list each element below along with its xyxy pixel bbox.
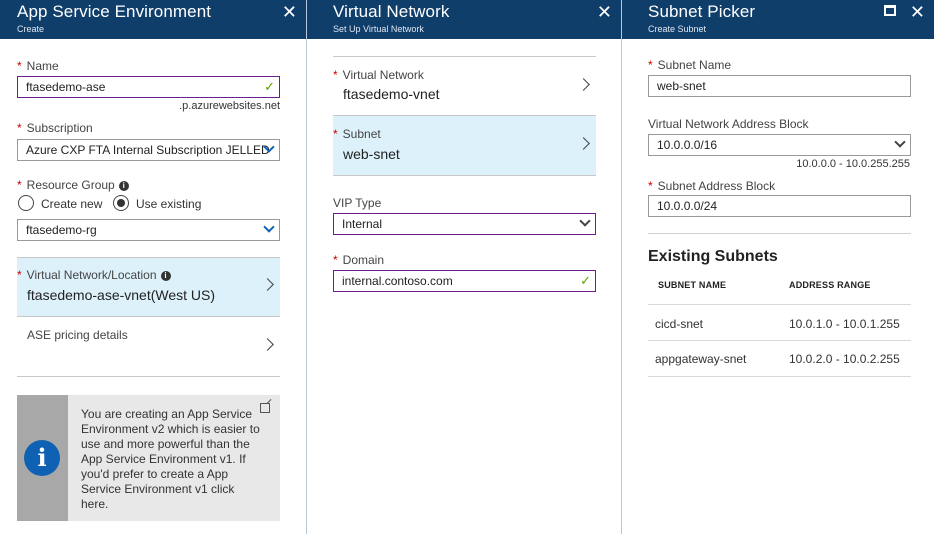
info-icon[interactable]: i [160,271,171,281]
table-cell-address-range[interactable]: 10.0.1.0 - 10.0.1.255 [789,317,900,331]
chevron-down-icon [263,221,275,233]
blade-subtitle: Create [17,24,45,34]
subscription-select[interactable]: Azure CXP FTA Internal Subscription JELL… [17,139,280,161]
column-header-address-range: ADDRESS RANGE [789,280,871,290]
name-input[interactable]: ftasedemo-ase ✓ [17,76,280,98]
blade-title: App Service Environment [17,2,212,21]
chevron-right-icon [261,338,274,351]
required-marker: * [17,178,22,192]
existing-subnets-title: Existing Subnets [648,248,778,265]
resource-group-select[interactable]: ftasedemo-rg [17,219,280,241]
check-icon: ✓ [580,273,591,288]
virtual-network-row[interactable]: * Virtual Network ftasedemo-vnet [333,56,596,116]
info-icon[interactable]: i [118,181,129,191]
required-marker: * [333,253,338,267]
external-link-icon[interactable] [260,403,270,413]
blade-header: Virtual Network Set Up Virtual Network ✕ [307,0,621,39]
radio-use-existing[interactable] [113,195,129,211]
divider [648,233,911,234]
info-circle-icon: i [24,440,60,476]
vnet-location-value: ftasedemo-ase-vnet(West US) [27,287,216,303]
info-box: i You are creating an App Service Enviro… [17,395,280,521]
info-text[interactable]: You are creating an App Service Environm… [81,407,261,512]
required-marker: * [333,68,338,82]
required-marker: * [17,121,22,135]
blade-subnet-picker: Subnet Picker Create Subnet ✕ * Subnet Na… [621,0,934,534]
ase-pricing-row[interactable]: ASE pricing details [17,316,280,377]
domain-label: * Domain [333,253,385,267]
vip-type-label: VIP Type [333,196,382,210]
info-box-side: i [17,395,68,521]
virtual-network-label: * Virtual Network [333,68,424,82]
required-marker: * [648,58,653,72]
subscription-label: * Subscription [17,121,93,135]
maximize-icon[interactable] [884,5,896,16]
required-marker: * [333,127,338,141]
blade-title: Virtual Network [333,2,450,21]
blade-app-service-environment: App Service Environment Create ✕ * Name f… [0,0,306,534]
table-cell-address-range[interactable]: 10.0.2.0 - 10.0.2.255 [789,352,900,366]
chevron-right-icon [577,78,590,91]
vnet-location-label: * Virtual Network/Location i [17,268,171,282]
vip-type-select[interactable]: Internal [333,213,596,235]
use-existing-label: Use existing [136,197,202,211]
required-marker: * [648,179,653,193]
chevron-down-icon [579,215,591,227]
table-divider [648,304,911,305]
virtual-network-value: ftasedemo-vnet [343,86,440,102]
pricing-label: ASE pricing details [27,328,128,342]
blade-subtitle: Set Up Virtual Network [333,24,424,34]
close-icon[interactable]: ✕ [910,3,925,21]
subnet-address-block-input[interactable]: 10.0.0.0/24 [648,195,911,217]
subnet-name-input[interactable]: web-snet [648,75,911,97]
subnet-value: web-snet [343,146,400,162]
radio-create-new[interactable] [18,195,34,211]
blade-header: App Service Environment Create ✕ [0,0,306,39]
subnet-label: * Subnet [333,127,381,141]
subnet-name-label: * Subnet Name [648,58,732,72]
subnet-address-block-label: * Subnet Address Block [648,179,776,193]
domain-suffix: .p.azurewebsites.net [179,100,280,112]
vnet-address-block-label: Virtual Network Address Block [648,117,809,131]
vnet-address-block-select[interactable]: 10.0.0.0/16 [648,134,911,156]
column-header-subnet-name: SUBNET NAME [658,280,727,290]
close-icon[interactable]: ✕ [282,3,297,21]
chevron-right-icon [261,278,274,291]
required-marker: * [17,268,22,282]
chevron-right-icon [577,137,590,150]
close-icon[interactable]: ✕ [597,3,612,21]
table-divider [648,376,911,377]
vnet-location-row[interactable]: * Virtual Network/Location i ftasedemo-ase… [17,257,280,317]
create-new-label: Create new [41,197,103,211]
blade-subtitle: Create Subnet [648,24,707,34]
table-divider [648,340,911,341]
check-icon: ✓ [264,79,275,94]
domain-input[interactable]: internal.contoso.com ✓ [333,270,596,292]
table-cell-subnet-name[interactable]: cicd-snet [655,317,703,331]
blade-virtual-network: Virtual Network Set Up Virtual Network ✕… [306,0,621,534]
blade-header: Subnet Picker Create Subnet ✕ [622,0,934,39]
vnet-address-range: 10.0.0.0 - 10.0.255.255 [796,158,910,170]
required-marker: * [17,59,22,73]
resource-group-label: * Resource Group i [17,178,129,192]
subnet-row[interactable]: * Subnet web-snet [333,115,596,176]
table-cell-subnet-name[interactable]: appgateway-snet [655,352,746,366]
name-label: * Name [17,59,59,73]
chevron-down-icon [894,136,906,148]
